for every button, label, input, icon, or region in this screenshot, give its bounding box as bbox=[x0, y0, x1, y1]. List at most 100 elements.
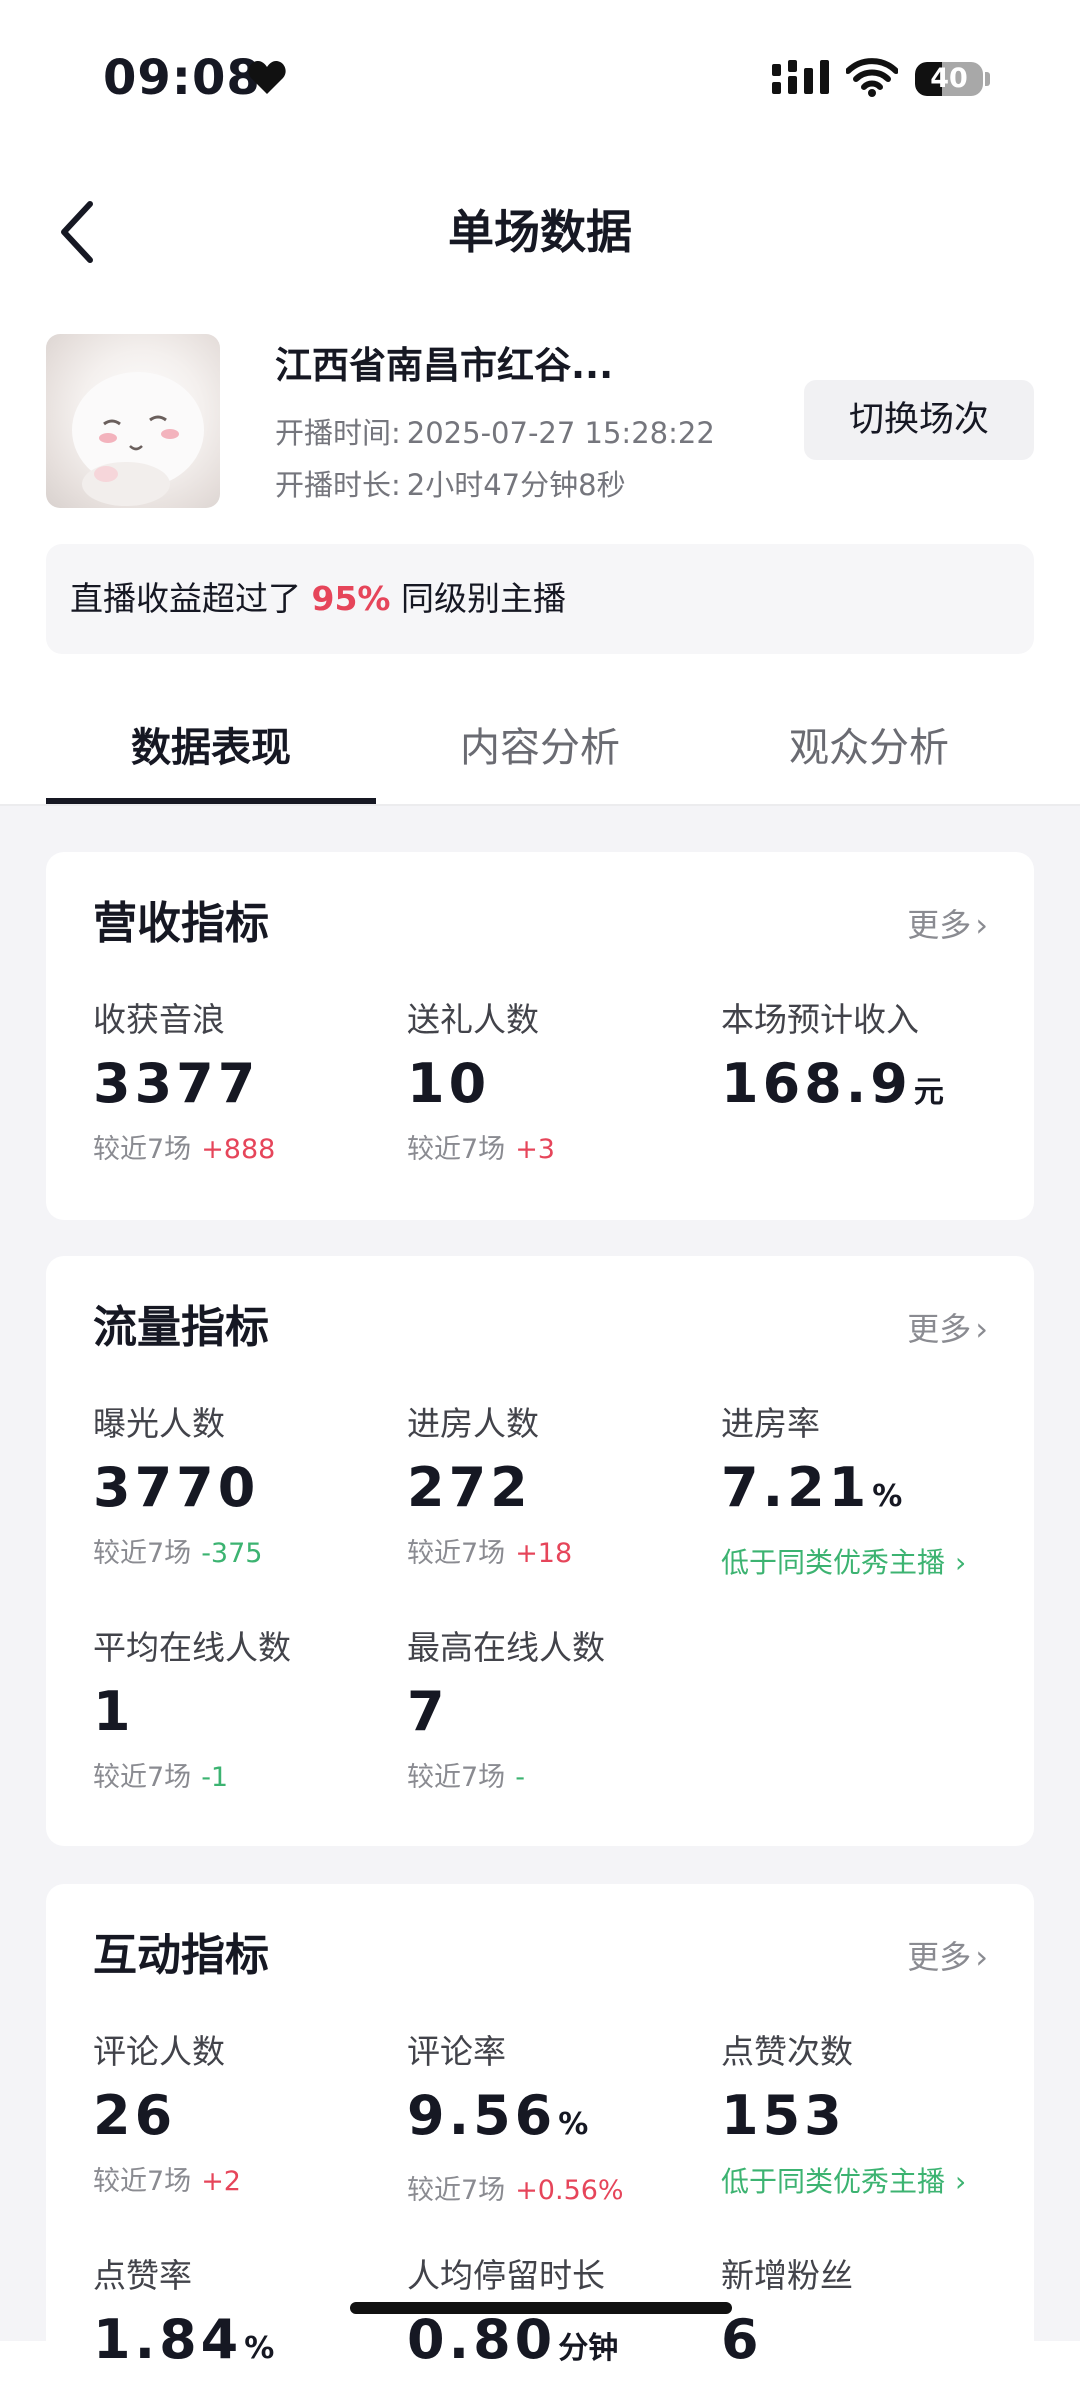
metric-comment-rate: 评论率 9.56% 较近7场 +0.56% bbox=[407, 2030, 707, 2211]
metric-compare: 较近7场 - bbox=[407, 1758, 707, 1798]
metric-value: 9.56 bbox=[407, 2084, 557, 2147]
metric-label: 送礼人数 bbox=[407, 1000, 539, 1039]
metric-value: 3377 bbox=[93, 1052, 260, 1115]
metric-value: 7 bbox=[407, 1680, 449, 1743]
more-label: 更多 bbox=[907, 1310, 972, 1348]
duration-value: 2小时47分钟8秒 bbox=[406, 468, 626, 502]
metric-value-row: 0.80分钟 bbox=[407, 2304, 707, 2385]
compare-label: 较近7场 bbox=[407, 1538, 506, 1569]
start-time-value: 2025-07-27 15:28:22 bbox=[406, 416, 715, 450]
banner-suffix: 同级别主播 bbox=[401, 579, 566, 618]
metric-like-rate: 点赞率 1.84% bbox=[93, 2254, 393, 2385]
start-time-row: 开播时间: 2025-07-27 15:28:22 bbox=[275, 412, 715, 454]
metric-value: 7.21 bbox=[721, 1456, 871, 1519]
compare-value: +888 bbox=[201, 1134, 276, 1165]
compare-value: -375 bbox=[201, 1538, 263, 1569]
room-name: 江西省南昌市红谷... bbox=[275, 344, 614, 387]
metric-compare: 较近7场 +888 bbox=[93, 1130, 393, 1170]
metric-label: 平均在线人数 bbox=[93, 1628, 291, 1667]
compare-value: +18 bbox=[515, 1538, 573, 1569]
avatar bbox=[46, 334, 220, 508]
banner-prefix: 直播收益超过了 bbox=[70, 579, 301, 618]
metric-commenters: 评论人数 26 较近7场 +2 bbox=[93, 2030, 393, 2202]
hint-label: 低于同类优秀主播 bbox=[721, 1546, 946, 1579]
interaction-title: 互动指标 bbox=[93, 1930, 269, 1981]
metric-unit: % bbox=[872, 1479, 903, 1514]
tab-data-performance[interactable]: 数据表现 bbox=[46, 712, 376, 784]
metric-value: 10 bbox=[407, 1052, 491, 1115]
benchmark-hint-link[interactable]: 低于同类优秀主播 › bbox=[721, 1543, 1021, 1583]
metric-exposure: 曝光人数 3770 较近7场 -375 bbox=[93, 1402, 393, 1574]
metric-avg-online: 平均在线人数 1 较近7场 -1 bbox=[93, 1626, 393, 1798]
start-time-label: 开播时间: bbox=[275, 416, 401, 450]
metric-label: 曝光人数 bbox=[93, 1404, 225, 1443]
metric-value: 3770 bbox=[93, 1456, 260, 1519]
heart-icon bbox=[248, 61, 286, 94]
earnings-banner: 直播收益超过了 95% 同级别主播 bbox=[46, 544, 1034, 654]
revenue-more-link[interactable]: 更多 › bbox=[907, 900, 988, 950]
metric-compare: 较近7场 +2 bbox=[93, 2162, 393, 2202]
metric-value-row: 7.21% bbox=[721, 1452, 1021, 1533]
compare-label: 较近7场 bbox=[93, 2166, 192, 2197]
compare-label: 较近7场 bbox=[93, 1134, 192, 1165]
metric-value-row: 1.84% bbox=[93, 2304, 393, 2385]
home-indicator[interactable] bbox=[350, 2302, 732, 2314]
chevron-right-icon: › bbox=[975, 906, 988, 944]
page-title: 单场数据 bbox=[448, 205, 632, 259]
battery-icon: 40 bbox=[915, 62, 983, 96]
metric-unit: % bbox=[244, 2331, 275, 2366]
interaction-card: 互动指标 更多 › 评论人数 26 较近7场 +2 评论率 9.56% 较近7场 +0… bbox=[46, 1884, 1034, 2404]
metric-label: 收获音浪 bbox=[93, 1000, 225, 1039]
metric-compare: 较近7场 +18 bbox=[407, 1534, 707, 1574]
battery-cap bbox=[985, 72, 990, 86]
benchmark-hint-link[interactable]: 低于同类优秀主播 › bbox=[721, 2162, 1021, 2202]
compare-label: 较近7场 bbox=[407, 1762, 506, 1793]
metric-label: 人均停留时长 bbox=[407, 2256, 605, 2295]
chevron-right-icon: › bbox=[975, 1310, 988, 1348]
metric-room-entries: 进房人数 272 较近7场 +18 bbox=[407, 1402, 707, 1574]
metric-label: 评论人数 bbox=[93, 2032, 225, 2071]
metric-compare: 较近7场 +0.56% bbox=[407, 2171, 707, 2211]
chevron-right-icon: › bbox=[955, 2165, 967, 2198]
metric-compare: 较近7场 -375 bbox=[93, 1534, 393, 1574]
compare-value: +3 bbox=[515, 1134, 555, 1165]
metric-value: 272 bbox=[407, 1456, 532, 1519]
traffic-card: 流量指标 更多 › 曝光人数 3770 较近7场 -375 进房人数 272 较近7… bbox=[46, 1256, 1034, 1846]
metric-unit: 分钟 bbox=[558, 2331, 619, 2366]
metric-unit: % bbox=[558, 2107, 589, 2142]
metric-value-row: 9.56% bbox=[407, 2080, 707, 2161]
metric-value-row: 168.9元 bbox=[721, 1048, 1021, 1129]
more-label: 更多 bbox=[907, 906, 972, 944]
compare-label: 较近7场 bbox=[407, 2175, 506, 2206]
hint-label: 低于同类优秀主播 bbox=[721, 2165, 946, 2198]
compare-label: 较近7场 bbox=[93, 1538, 192, 1569]
battery-percentage: 40 bbox=[930, 63, 968, 94]
metric-gift-senders: 送礼人数 10 较近7场 +3 bbox=[407, 998, 707, 1170]
tab-content-analysis[interactable]: 内容分析 bbox=[375, 712, 705, 784]
status-time: 09:08 bbox=[103, 50, 261, 106]
metric-value: 26 bbox=[93, 2084, 177, 2147]
revenue-card: 营收指标 更多 › 收获音浪 3377 较近7场 +888 送礼人数 10 较近7场… bbox=[46, 852, 1034, 1220]
tab-audience-analysis[interactable]: 观众分析 bbox=[704, 712, 1034, 784]
metric-new-followers: 新增粉丝 6 bbox=[721, 2254, 1021, 2376]
revenue-title: 营收指标 bbox=[93, 898, 269, 949]
metric-label: 点赞次数 bbox=[721, 2032, 853, 2071]
duration-row: 开播时长: 2小时47分钟8秒 bbox=[275, 464, 626, 506]
banner-percent: 95% bbox=[311, 579, 391, 618]
metric-label: 点赞率 bbox=[93, 2256, 192, 2295]
more-label: 更多 bbox=[907, 1938, 972, 1976]
wifi-icon bbox=[846, 58, 898, 97]
metric-peak-online: 最高在线人数 7 较近7场 - bbox=[407, 1626, 707, 1798]
metric-value: 168.9 bbox=[721, 1052, 912, 1115]
compare-value: +2 bbox=[201, 2166, 241, 2197]
compare-value: - bbox=[515, 1762, 525, 1793]
chevron-right-icon: › bbox=[975, 1938, 988, 1976]
cellular-signal-icon bbox=[772, 60, 829, 94]
interaction-more-link[interactable]: 更多 › bbox=[907, 1932, 988, 1982]
switch-session-button[interactable]: 切换场次 bbox=[804, 380, 1034, 460]
traffic-more-link[interactable]: 更多 › bbox=[907, 1304, 988, 1354]
metric-value: 1 bbox=[93, 1680, 135, 1743]
metric-compare: 较近7场 -1 bbox=[93, 1758, 393, 1798]
metric-label: 进房率 bbox=[721, 1404, 820, 1443]
metric-avg-stay: 人均停留时长 0.80分钟 bbox=[407, 2254, 707, 2385]
